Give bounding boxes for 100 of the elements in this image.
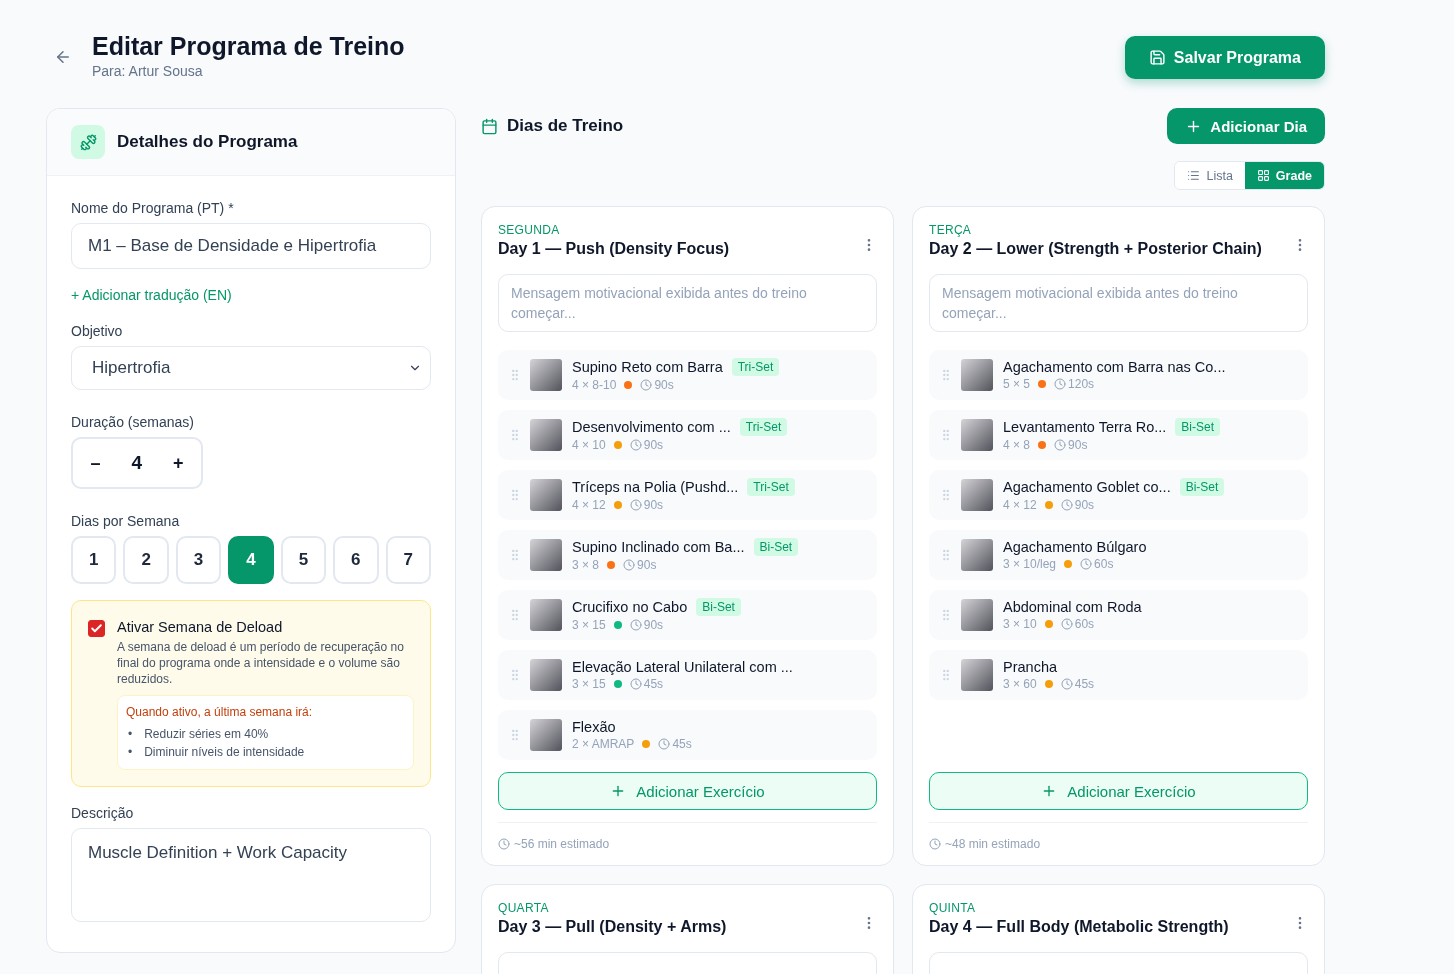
exercise-row[interactable]: Agachamento com Barra nas Co... 5 × 5 120s (929, 350, 1308, 400)
exercise-row[interactable]: Desenvolvimento com ... Tri-Set 4 × 10 90s (498, 410, 877, 460)
rest-time: 45s (1074, 677, 1095, 691)
exercise-name: Tríceps na Polia (Pushd... (572, 479, 739, 495)
bullet-marker: • (128, 744, 133, 761)
clock-icon (658, 738, 671, 750)
exercise-row[interactable]: Supino Reto com Barra Tri-Set 4 × 8-10 90s (498, 350, 877, 400)
day-title: Day 1 — Push (Density Focus) (498, 240, 730, 258)
exercise-name: Supino Inclinado com Ba... (572, 539, 745, 555)
deload-description: A semana de deload é um período de recuperação no final do programa onde a intensidade e o volume são reduzidos. (117, 639, 405, 687)
save-icon (1148, 49, 1166, 66)
duration-stepper[interactable]: – 4 + (71, 437, 203, 489)
exercise-row[interactable]: Levantamento Terra Ro... Bi-Set 4 × 8 90s (929, 410, 1308, 460)
calendar-icon (481, 117, 498, 135)
photo-placeholder (530, 539, 562, 571)
sets-reps: 3 × 10 (1003, 617, 1037, 631)
section-title: Dias de Treino (507, 116, 624, 136)
check-icon (90, 622, 103, 635)
rest-time: 60s (1094, 557, 1114, 571)
exercise-name: Agachamento Búlgaro (1003, 539, 1147, 555)
clock-icon (629, 499, 642, 511)
exercise-row[interactable]: Prancha 3 × 60 45s (929, 650, 1308, 700)
rest-time: 90s (1074, 498, 1095, 512)
day-title: Day 4 — Full Body (Metabolic Strength) (929, 918, 1229, 936)
exercise-row[interactable]: Abdominal com Roda 3 × 10 60s (929, 590, 1308, 640)
exercise-row[interactable]: Elevação Lateral Unilateral com ... 3 × 15 45s (498, 650, 877, 700)
rest-time: 90s (637, 558, 657, 572)
sets-reps: 5 × 5 (1003, 377, 1031, 391)
photo-placeholder (530, 479, 562, 511)
photo-placeholder (530, 419, 562, 451)
field-label: Dias por Semana (71, 513, 181, 529)
exercise-row[interactable]: Tríceps na Polia (Pushd... Tri-Set 4 × 12 90s (498, 470, 877, 520)
increment-button[interactable]: + (168, 448, 188, 478)
set-type-tag: Bi-Set (1175, 418, 1221, 436)
clock-icon (640, 379, 653, 391)
bullet-marker: • (128, 726, 133, 743)
set-type-tag: Tri-Set (731, 358, 780, 376)
program-name-input[interactable]: M1 – Base de Densidade e Hipertrofia (71, 223, 431, 269)
description-field[interactable]: Muscle Definition + Work Capacity (71, 828, 431, 922)
field-label: Nome do Programa (PT) * (71, 200, 235, 216)
list-icon (1187, 169, 1201, 182)
days-option[interactable]: 3 (175, 536, 222, 584)
clock-icon (629, 678, 642, 690)
message-field[interactable]: Mensagem motivacional exibida antes do treino começar... (929, 274, 1308, 332)
sets-reps: 3 × 8 (572, 558, 600, 572)
set-type-tag: Tri-Set (747, 478, 795, 496)
days-option[interactable]: 1 (71, 536, 117, 584)
add-translation-link[interactable]: + Adicionar tradução (EN) (71, 287, 232, 303)
estimated-time: ~56 min estimado (514, 837, 610, 851)
field-label: Descrição (71, 805, 135, 821)
weekday-label: QUARTA (498, 901, 550, 915)
add-exercise-button[interactable]: Adicionar Exercício (929, 772, 1308, 810)
objective-select[interactable]: Hipertrofia (71, 346, 431, 390)
page-subtitle: Para: Artur Sousa (92, 63, 204, 79)
rest-time: 90s (1068, 438, 1088, 452)
sets-reps: 3 × 15 (572, 677, 606, 691)
add-exercise-button[interactable]: Adicionar Exercício (498, 772, 877, 810)
add-day-button[interactable]: Adicionar Dia (1167, 108, 1325, 144)
message-field[interactable]: Mensagem motivacional exibida antes do treino começar... (498, 274, 877, 332)
clock-icon (1054, 439, 1067, 451)
sets-reps: 3 × 10/leg (1003, 557, 1057, 571)
exercise-row[interactable]: Supino Inclinado com Ba... Bi-Set 3 × 8 90s (498, 530, 877, 580)
exercise-name: Prancha (1003, 659, 1057, 675)
note-title: Quando ativo, a última semana irá: (126, 705, 314, 719)
sets-reps: 3 × 15 (572, 618, 606, 632)
days-option[interactable]: 7 (385, 536, 431, 584)
days-option[interactable]: 5 (280, 536, 327, 584)
rest-time: 90s (643, 618, 664, 632)
note-item: Reduzir séries em 40% (144, 726, 269, 743)
back-arrow-icon[interactable] (54, 48, 72, 66)
photo-placeholder (961, 419, 993, 451)
set-type-tag: Bi-Set (753, 538, 799, 556)
field-label: Duração (semanas) (71, 414, 195, 430)
exercise-name: Abdominal com Roda (1003, 599, 1142, 615)
set-type-tag: Bi-Set (1179, 478, 1225, 496)
rest-time: 45s (672, 737, 692, 751)
clock-icon (498, 838, 510, 850)
decrement-button[interactable]: – (86, 448, 105, 478)
exercise-name: Crucifixo no Cabo (572, 599, 688, 615)
sets-reps: 4 × 12 (572, 498, 606, 512)
days-option[interactable]: 6 (333, 536, 379, 584)
grid-icon (1256, 169, 1270, 182)
clock-icon (629, 439, 642, 451)
exercise-row[interactable]: Crucifixo no Cabo Bi-Set 3 × 15 90s (498, 590, 877, 640)
sets-reps: 2 × AMRAP (572, 737, 635, 751)
sets-reps: 4 × 10 (572, 438, 606, 452)
exercise-name: Levantamento Terra Ro... (1003, 419, 1167, 435)
estimated-time: ~48 min estimado (945, 837, 1041, 851)
exercise-row[interactable]: Flexão 2 × AMRAP 45s (498, 710, 877, 760)
exercise-name: Agachamento com Barra nas Co... (1003, 359, 1226, 375)
rest-time: 90s (643, 438, 664, 452)
view-toggle[interactable]: Grade (1244, 162, 1324, 189)
exercise-row[interactable]: Agachamento Goblet co... Bi-Set 4 × 12 90s (929, 470, 1308, 520)
sets-reps: 4 × 8-10 (572, 378, 617, 392)
save-program-button[interactable]: Salvar Programa (1124, 36, 1325, 79)
clock-icon (1080, 558, 1093, 570)
days-option[interactable]: 2 (123, 536, 169, 584)
days-option[interactable]: 4 (228, 536, 274, 584)
deload-checkbox[interactable] (88, 620, 105, 637)
exercise-row[interactable]: Agachamento Búlgaro 3 × 10/leg 60s (929, 530, 1308, 580)
